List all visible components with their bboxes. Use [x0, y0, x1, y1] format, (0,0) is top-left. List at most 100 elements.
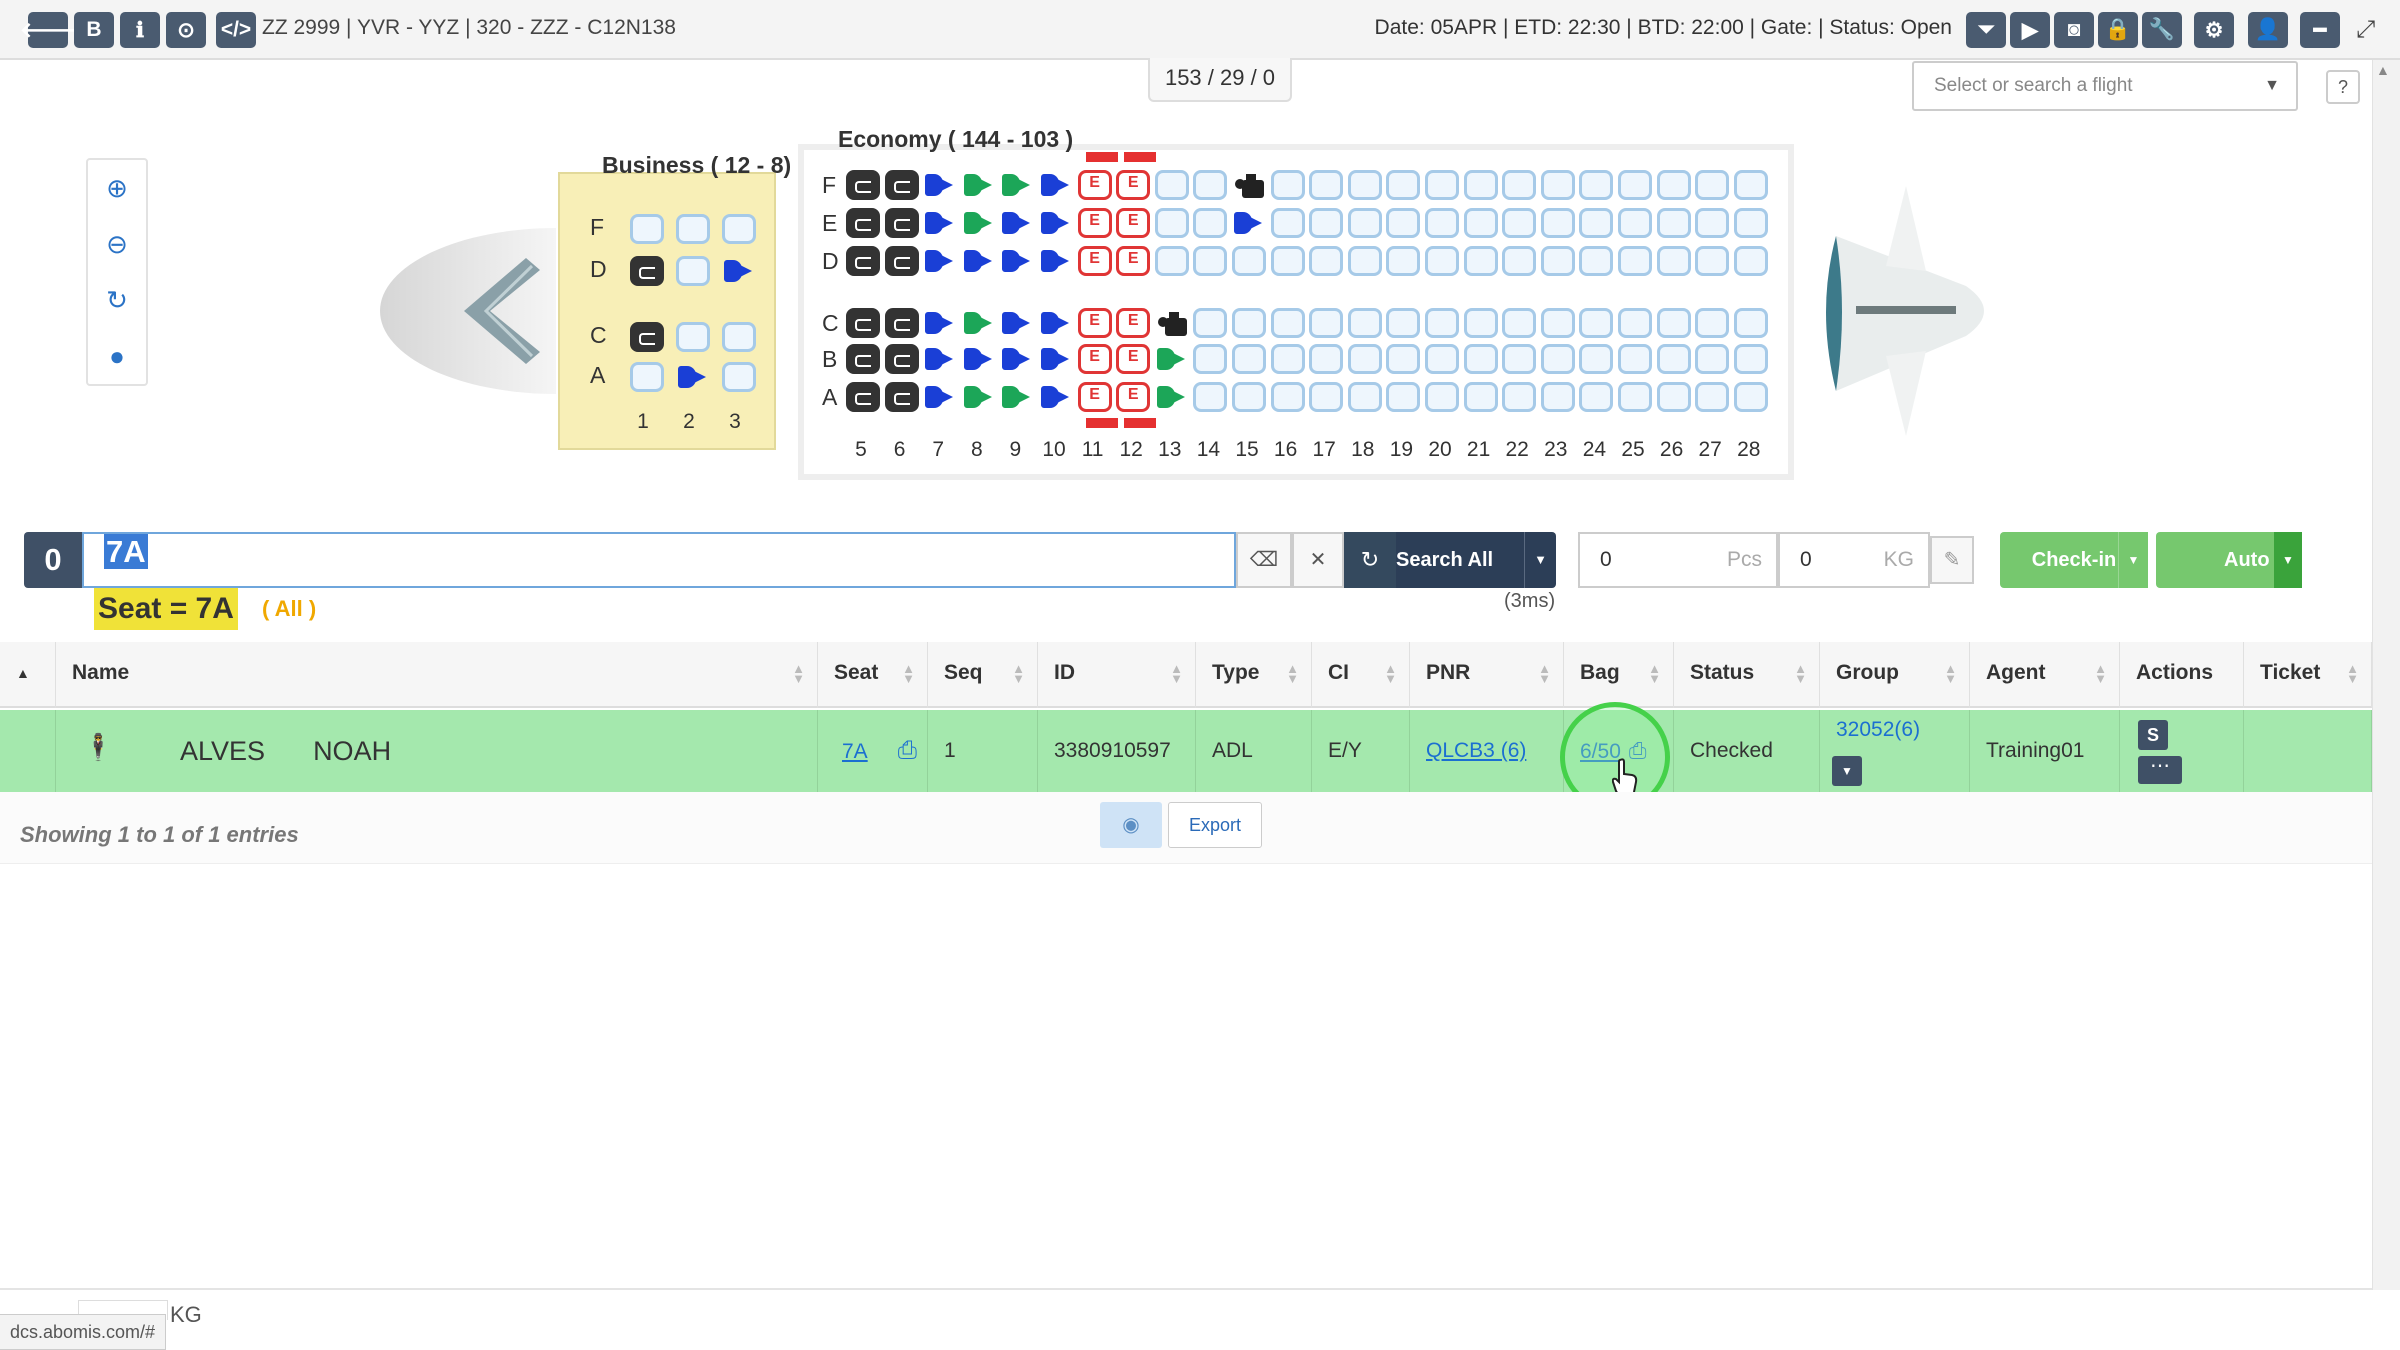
column-header-seq[interactable]: Seq ▲ ▼ [928, 642, 1038, 708]
seat[interactable] [884, 170, 919, 200]
seat[interactable] [1540, 170, 1575, 200]
seat[interactable] [1116, 344, 1151, 374]
caret-down-icon[interactable]: ▼ [1524, 532, 1556, 588]
seat[interactable] [1386, 208, 1421, 238]
seat[interactable] [1039, 170, 1073, 200]
seat[interactable] [1502, 208, 1537, 238]
sort-icon[interactable]: ▲ ▼ [1794, 662, 1807, 685]
seat[interactable] [1386, 170, 1421, 200]
seat[interactable] [676, 256, 710, 286]
seat[interactable] [1425, 208, 1459, 238]
clear-format-button[interactable]: ⌫ [1236, 532, 1292, 588]
seat[interactable] [923, 246, 957, 276]
seat[interactable] [1077, 208, 1112, 238]
seat[interactable] [1270, 246, 1305, 276]
column-header-name[interactable]: Name ▲ ▼ [56, 642, 818, 708]
seat[interactable] [923, 382, 957, 412]
seat[interactable] [1502, 308, 1537, 338]
seat[interactable] [1270, 344, 1305, 374]
seat[interactable] [1154, 246, 1189, 276]
sort-icon[interactable]: ▲ ▼ [1648, 662, 1661, 685]
seat[interactable] [1270, 382, 1305, 412]
seat[interactable] [1000, 382, 1034, 412]
seat[interactable] [630, 362, 664, 392]
seat[interactable] [1733, 382, 1768, 412]
seat[interactable] [1540, 308, 1575, 338]
seat[interactable] [962, 246, 996, 276]
seat[interactable] [923, 208, 957, 238]
seat[interactable] [1695, 308, 1730, 338]
add-user-button[interactable]: 👤 [2248, 12, 2288, 48]
seat[interactable] [1618, 382, 1652, 412]
seat[interactable] [1463, 382, 1498, 412]
column-header-ticket[interactable]: Ticket ▲ ▼ [2244, 642, 2372, 708]
pnr-cell-text[interactable]: QLCB3 (6) [1426, 739, 1526, 762]
seat[interactable] [1077, 170, 1112, 200]
sort-icon[interactable]: ▲ ▼ [792, 662, 805, 685]
seat[interactable] [1116, 246, 1151, 276]
seat[interactable] [846, 382, 880, 412]
seat[interactable] [1540, 344, 1575, 374]
seat[interactable] [1733, 344, 1768, 374]
seat[interactable] [1039, 308, 1073, 338]
seat[interactable] [1733, 246, 1768, 276]
column-header-type[interactable]: Type ▲ ▼ [1196, 642, 1312, 708]
seat[interactable] [1000, 208, 1034, 238]
group-link[interactable]: 32052(6) [1836, 718, 1920, 741]
seat[interactable] [1347, 308, 1382, 338]
export-button[interactable]: Export [1168, 802, 1262, 848]
seat[interactable] [1540, 246, 1575, 276]
group-dropdown-icon[interactable]: ▼ [1832, 756, 1862, 786]
settings-button[interactable]: ⚙ [2194, 12, 2234, 48]
seat[interactable] [1656, 382, 1691, 412]
seat[interactable] [1386, 344, 1421, 374]
seat[interactable] [1039, 382, 1073, 412]
weight-input[interactable]: 0 KG [1778, 532, 1930, 588]
checkin-dropdown-icon[interactable]: ▼ [2118, 532, 2148, 588]
seat[interactable] [962, 308, 996, 338]
column-header-bag[interactable]: Bag ▲ ▼ [1564, 642, 1674, 708]
code-button[interactable]: </> [216, 12, 256, 48]
seat[interactable] [962, 382, 996, 412]
seat[interactable] [1232, 382, 1266, 412]
seat[interactable] [1000, 170, 1034, 200]
seat[interactable] [962, 208, 996, 238]
seat[interactable] [1232, 344, 1266, 374]
seat[interactable] [1386, 246, 1421, 276]
seat[interactable] [1116, 170, 1151, 200]
seat[interactable] [722, 322, 756, 352]
seat[interactable] [1540, 208, 1575, 238]
column-header-status[interactable]: Status ▲ ▼ [1674, 642, 1820, 708]
table-row[interactable]: ALVES NOAH 7A ⎙ 1 3380910597 ADL E/Y QLCB3 (6) 6/… [0, 710, 2372, 792]
refresh-icon[interactable]: ↻ [88, 272, 146, 328]
seat[interactable] [722, 214, 756, 244]
wrench-icon[interactable]: ✎ [1930, 536, 1974, 584]
seat[interactable] [923, 170, 957, 200]
seat[interactable] [722, 256, 756, 286]
column-header-id[interactable]: ID ▲ ▼ [1038, 642, 1196, 708]
seat[interactable] [1463, 170, 1498, 200]
seat[interactable] [1733, 208, 1768, 238]
zoom-out-icon[interactable]: ⊖ [88, 216, 146, 272]
seat[interactable] [1579, 344, 1614, 374]
seat[interactable] [1618, 170, 1652, 200]
seat[interactable] [1463, 208, 1498, 238]
sort-icon[interactable]: ▲ ▼ [1170, 662, 1183, 685]
seat[interactable] [1270, 208, 1305, 238]
seat[interactable] [1077, 382, 1112, 412]
seat[interactable] [1425, 308, 1459, 338]
eye-icon[interactable]: ◉ [1100, 802, 1162, 848]
seat[interactable] [1463, 308, 1498, 338]
seat[interactable] [1155, 344, 1189, 374]
seat[interactable] [884, 246, 919, 276]
history-button[interactable]: ⊙ [166, 12, 206, 48]
action-more-button[interactable]: ⋯ [2138, 756, 2182, 784]
seat[interactable] [1463, 344, 1498, 374]
seat[interactable] [884, 208, 919, 238]
seat[interactable] [1193, 344, 1228, 374]
seat[interactable] [1618, 344, 1652, 374]
sort-icon[interactable]: ▲ ▼ [1538, 662, 1551, 685]
column-header-actions[interactable]: Actions [2120, 642, 2244, 708]
action-s-button[interactable]: S [2138, 720, 2168, 750]
seat[interactable] [1232, 308, 1266, 338]
